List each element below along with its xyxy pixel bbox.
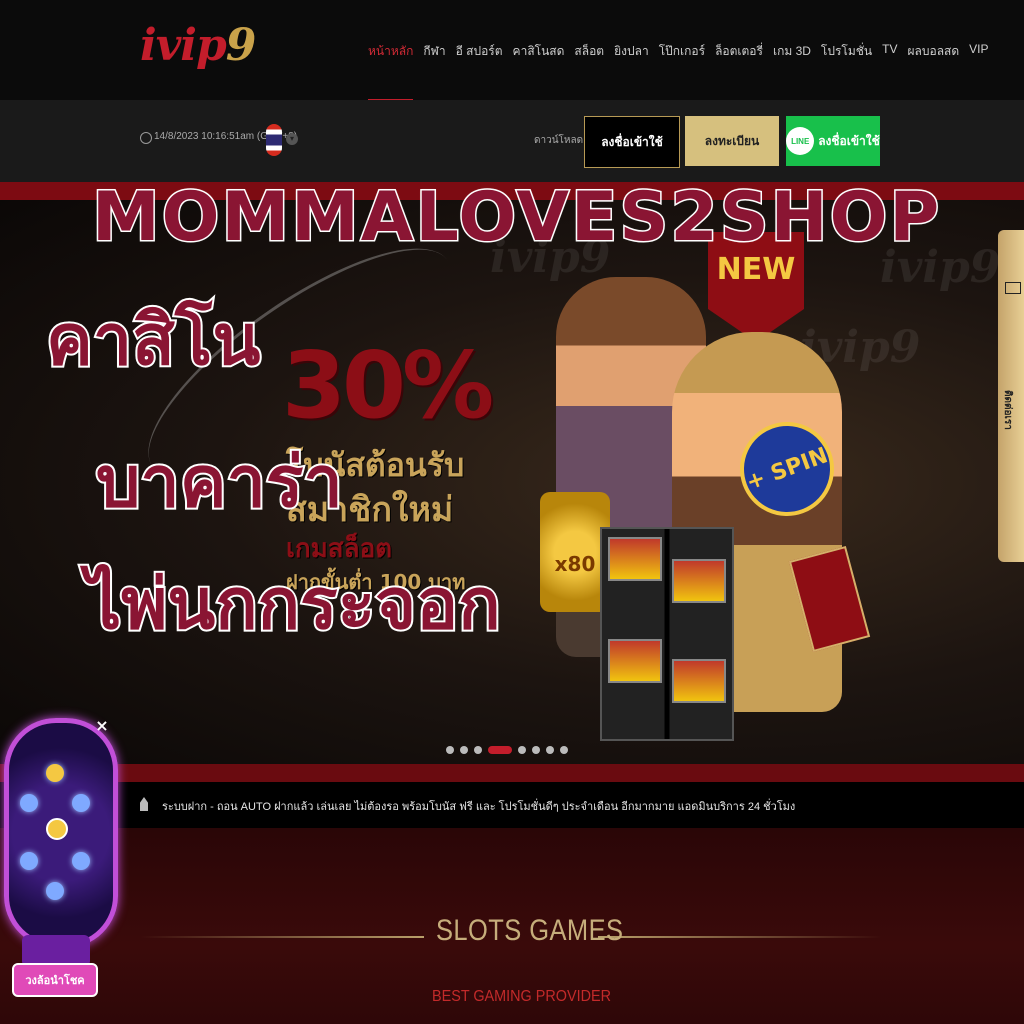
carousel-dot[interactable] — [560, 746, 568, 754]
section-title: SLOTS GAMES — [436, 914, 624, 947]
carousel-dot[interactable] — [546, 746, 554, 754]
line-login-button[interactable]: LINE ลงชื่อเข้าใช้ — [786, 116, 880, 166]
nav-item-sports[interactable]: กีฬา — [423, 40, 445, 101]
divider-left — [140, 936, 424, 938]
ticker-text: ระบบฝาก - ถอน AUTO ฝากแล้ว เล่นเลย ไม่ต้… — [162, 801, 796, 813]
carousel-dots — [446, 746, 568, 754]
wheel-segment — [46, 764, 64, 782]
login-button[interactable]: ลงชื่อเข้าใช้ — [584, 116, 680, 168]
nav-item-tv[interactable]: TV — [882, 40, 897, 101]
wheel-segment — [72, 794, 90, 812]
section-subtitle: BEST GAMING PROVIDER — [432, 988, 611, 1005]
logo-suffix: 9 — [225, 20, 257, 71]
nav-item-promotions[interactable]: โปรโมชั่น — [821, 40, 872, 101]
carousel-dot[interactable] — [532, 746, 540, 754]
carousel-dot[interactable] — [460, 746, 468, 754]
nav-item-live-casino[interactable]: คาสิโนสด — [513, 40, 565, 101]
nav-item-vip[interactable]: VIP — [969, 40, 988, 101]
carousel-dot-active[interactable] — [488, 746, 512, 754]
nav-item-esports[interactable]: อี สปอร์ต — [456, 40, 503, 101]
download-link[interactable]: ดาวน์โหลด — [534, 133, 583, 148]
wheel-segment — [20, 794, 38, 812]
nav-item-3d-games[interactable]: เกม 3D — [773, 40, 811, 101]
site-logo[interactable]: ivip9 — [140, 20, 257, 71]
overlay-title: MOMMALOVES2SHOP — [90, 177, 942, 259]
nav-item-slots[interactable]: สล็อต — [574, 40, 604, 101]
carousel-dot[interactable] — [474, 746, 482, 754]
nav-item-fishing[interactable]: ยิงปลา — [614, 40, 649, 101]
divider-right — [598, 936, 882, 938]
wheel-segment — [72, 852, 90, 870]
nav-item-live-scores[interactable]: ผลบอลสด — [907, 40, 959, 101]
contact-label: ติดต่อเรา — [1002, 390, 1013, 430]
overlay-line-mahjong: ไพ่นกกระจอก — [84, 561, 503, 647]
chevron-down-icon[interactable]: ▾ — [286, 133, 298, 145]
register-button[interactable]: ลงทะเบียน — [685, 116, 779, 166]
clock-icon — [140, 132, 152, 144]
nav-item-home[interactable]: หน้าหลัก — [368, 40, 414, 101]
overlay-line-casino: คาสิโน — [44, 297, 262, 383]
carousel-dot[interactable] — [518, 746, 526, 754]
line-icon: LINE — [786, 127, 815, 155]
close-icon[interactable]: × — [94, 718, 110, 734]
overlay-line-baccarat: บาคาร่า — [94, 439, 345, 525]
main-nav: หน้าหลัก กีฬา อี สปอร์ต คาสิโนสด สล็อต ย… — [368, 40, 989, 101]
wheel-segment — [46, 882, 64, 900]
lucky-wheel-button[interactable]: วงล้อนำโชค — [12, 963, 98, 997]
logo-prefix: ivip — [140, 20, 227, 71]
wheel-segment — [20, 852, 38, 870]
nav-item-poker[interactable]: โป๊กเกอร์ — [659, 40, 705, 101]
wheel-hub[interactable] — [46, 818, 68, 840]
mail-icon — [1005, 282, 1021, 294]
line-login-label: ลงชื่อเข้าใช้ — [818, 133, 880, 148]
nav-item-lottery[interactable]: ล็อตเตอรี่ — [715, 40, 763, 101]
thailand-flag-icon[interactable] — [266, 124, 282, 156]
carousel-dot[interactable] — [446, 746, 454, 754]
